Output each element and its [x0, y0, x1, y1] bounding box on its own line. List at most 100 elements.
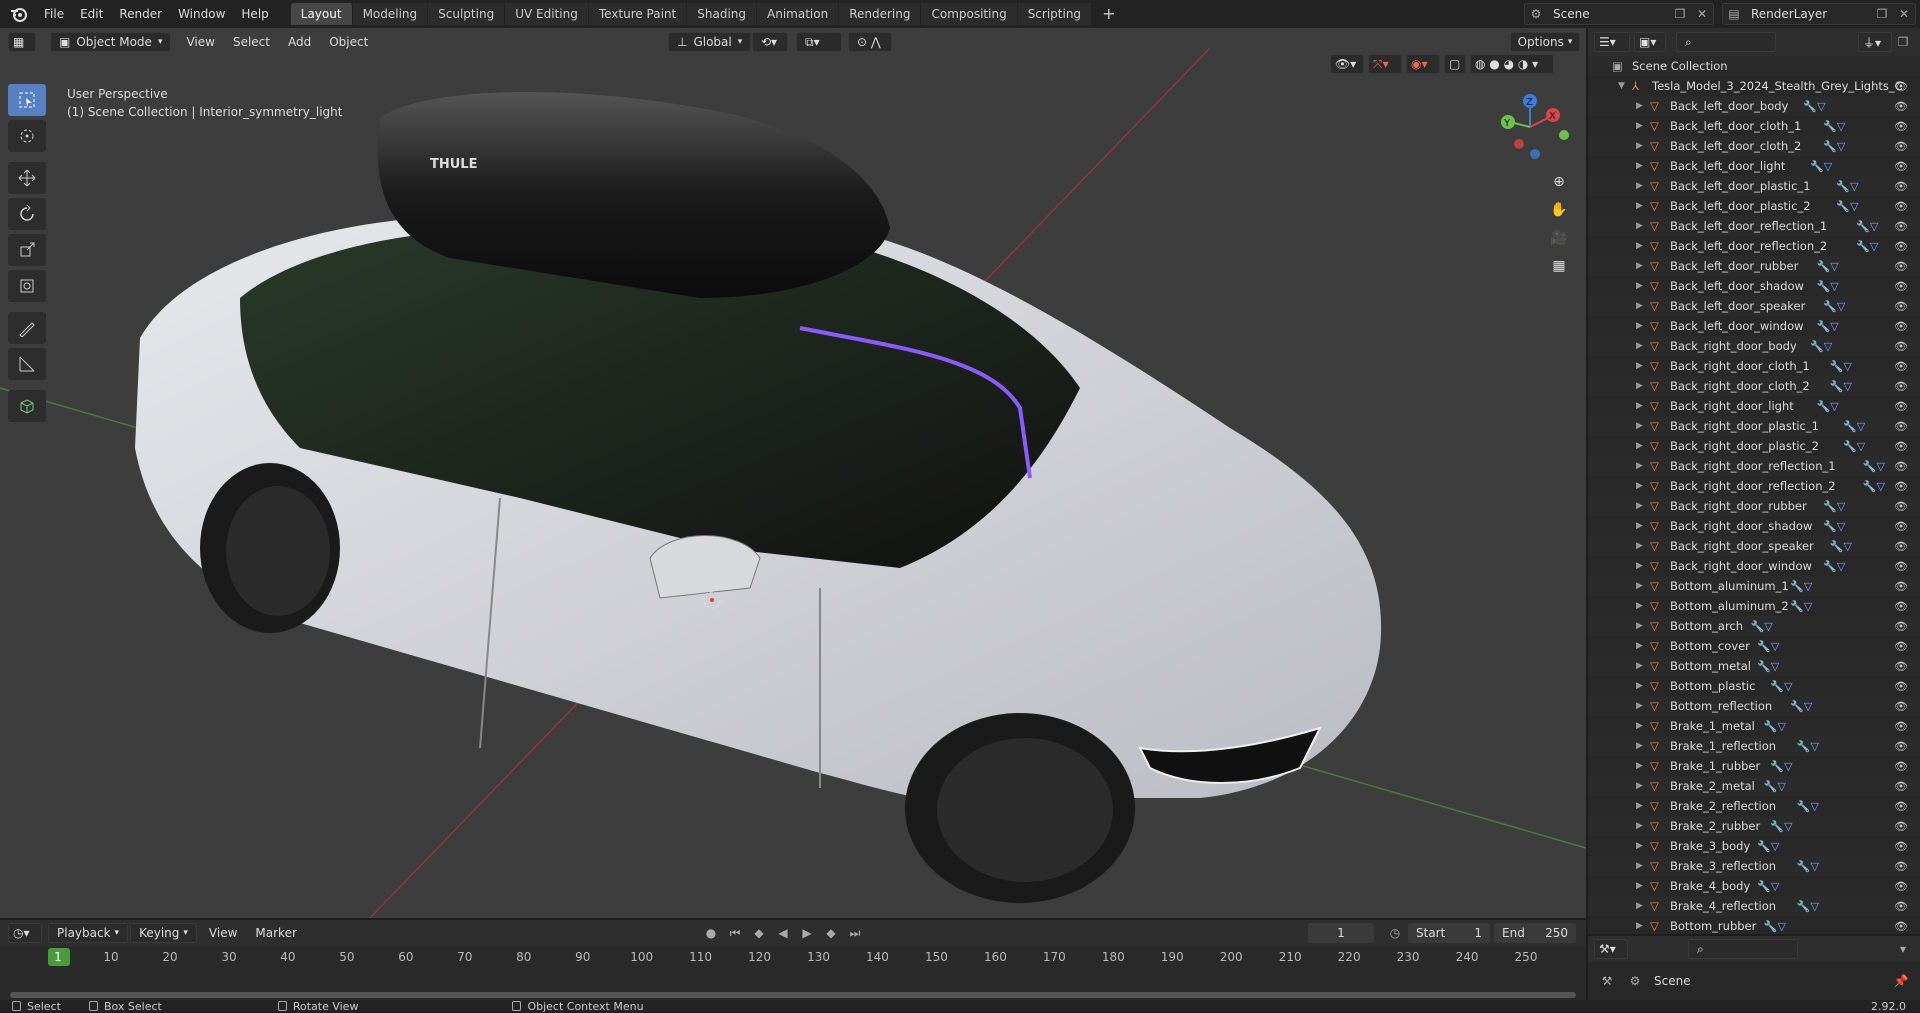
outliner-item[interactable]: ▶ ▽ Bottom_rubber 🔧▽ 👁: [1588, 916, 1920, 936]
modifier-icon[interactable]: 🔧▽: [1797, 860, 1819, 873]
modifier-icon[interactable]: 🔧▽: [1836, 200, 1858, 213]
measure-tool-icon[interactable]: [8, 348, 46, 380]
chevron-right-icon[interactable]: ▶: [1636, 781, 1643, 791]
timeline-ruler[interactable]: 1 10 20 30 40 50 60 70 80 90 100 110 120 130 140 150 160…: [0, 946, 1586, 1000]
keying-menu[interactable]: Keying ▾: [130, 923, 197, 943]
eye-icon[interactable]: 👁: [1894, 920, 1908, 933]
move-tool-icon[interactable]: [8, 162, 46, 194]
outliner-item[interactable]: ▶ ▽ Brake_2_rubber 🔧▽ 👁: [1588, 816, 1920, 836]
modifier-icon[interactable]: 🔧▽: [1823, 120, 1845, 133]
eye-icon[interactable]: 👁: [1894, 740, 1908, 753]
menu-help[interactable]: Help: [233, 7, 276, 21]
editor-type-button[interactable]: ⚒▾: [1594, 939, 1628, 959]
outliner-item[interactable]: ▶ ▽ Back_right_door_speaker 🔧▽ 👁: [1588, 536, 1920, 556]
modifier-icon[interactable]: 🔧▽: [1817, 400, 1839, 413]
modifier-icon[interactable]: 🔧▽: [1757, 640, 1779, 653]
outliner-item[interactable]: ▶ ▽ Back_right_door_window 🔧▽ 👁: [1588, 556, 1920, 576]
editor-type-button[interactable]: ▦: [8, 32, 36, 52]
chevron-down-icon[interactable]: ▾: [1892, 939, 1914, 959]
menu-window[interactable]: Window: [170, 7, 233, 21]
properties-search-input[interactable]: ⌕: [1688, 939, 1798, 959]
eye-icon[interactable]: 👁: [1894, 720, 1908, 733]
navigation-gizmo[interactable]: Z X Y: [1490, 92, 1570, 162]
record-icon[interactable]: ●: [700, 923, 722, 943]
outliner-item[interactable]: ▶ ▽ Back_right_door_body 🔧▽ 👁: [1588, 336, 1920, 356]
playback-menu[interactable]: Playback ▾: [48, 923, 129, 943]
new-collection-icon[interactable]: ❐: [1892, 32, 1914, 52]
chevron-right-icon[interactable]: ▶: [1636, 261, 1643, 271]
eye-icon[interactable]: 👁: [1894, 900, 1908, 913]
tool-properties-icon[interactable]: ⚒: [1596, 971, 1618, 991]
modifier-icon[interactable]: 🔧▽: [1843, 440, 1865, 453]
overlay-toggle-icon[interactable]: ◉▾: [1406, 54, 1440, 74]
display-mode-button[interactable]: ▣▾: [1634, 32, 1666, 52]
modifier-icon[interactable]: 🔧▽: [1770, 820, 1792, 833]
tab-sculpting[interactable]: Sculpting: [428, 3, 506, 25]
chevron-right-icon[interactable]: ▶: [1636, 541, 1643, 551]
modifier-icon[interactable]: 🔧▽: [1751, 620, 1773, 633]
eye-icon[interactable]: 👁: [1894, 660, 1908, 673]
modifier-icon[interactable]: 🔧▽: [1863, 480, 1885, 493]
eye-icon[interactable]: 👁: [1894, 320, 1908, 333]
eye-icon[interactable]: 👁: [1894, 680, 1908, 693]
outliner-item[interactable]: ▶ ▽ Bottom_aluminum_2 🔧▽ 👁: [1588, 596, 1920, 616]
chevron-right-icon[interactable]: ▶: [1636, 681, 1643, 691]
modifier-icon[interactable]: 🔧▽: [1797, 740, 1819, 753]
copy-icon[interactable]: ❐: [1669, 4, 1691, 24]
menu-edit[interactable]: Edit: [72, 7, 111, 21]
outliner-item[interactable]: ▶ ▽ Back_left_door_shadow 🔧▽ 👁: [1588, 276, 1920, 296]
editor-type-button[interactable]: ☰▾: [1594, 32, 1630, 52]
eye-icon[interactable]: 👁: [1894, 540, 1908, 553]
chevron-right-icon[interactable]: ▶: [1636, 921, 1643, 931]
snap-toggle[interactable]: ⧉▾: [796, 32, 842, 52]
modifier-icon[interactable]: 🔧▽: [1770, 680, 1792, 693]
eye-icon[interactable]: 👁: [1894, 180, 1908, 193]
chevron-right-icon[interactable]: ▶: [1636, 181, 1643, 191]
eye-icon[interactable]: 👁: [1894, 820, 1908, 833]
shading-mode-buttons[interactable]: ◍ ● ◕ ◑ ▾: [1470, 54, 1554, 74]
close-icon[interactable]: ✕: [1893, 4, 1915, 24]
modifier-icon[interactable]: 🔧▽: [1757, 660, 1779, 673]
prev-keyframe-icon[interactable]: ◆: [748, 923, 770, 943]
pin-icon[interactable]: 📌: [1890, 971, 1912, 991]
annotate-tool-icon[interactable]: [8, 312, 46, 344]
camera-icon[interactable]: 🎥: [1548, 224, 1570, 252]
tab-shading[interactable]: Shading: [687, 3, 757, 25]
outliner-item[interactable]: ▶ ▽ Back_left_door_light 🔧▽ 👁: [1588, 156, 1920, 176]
modifier-icon[interactable]: 🔧▽: [1757, 840, 1779, 853]
modifier-icon[interactable]: 🔧▽: [1817, 320, 1839, 333]
modifier-icon[interactable]: 🔧▽: [1817, 280, 1839, 293]
eye-icon[interactable]: 👁: [1894, 560, 1908, 573]
xray-toggle-icon[interactable]: ▢: [1444, 54, 1466, 74]
eye-icon[interactable]: 👁: [1894, 100, 1908, 113]
proportional-edit-toggle[interactable]: ⊙ ⋀: [848, 32, 892, 52]
chevron-right-icon[interactable]: ▶: [1636, 321, 1643, 331]
chevron-right-icon[interactable]: ▶: [1636, 201, 1643, 211]
chevron-right-icon[interactable]: ▶: [1636, 881, 1643, 891]
eye-icon[interactable]: 👁: [1894, 240, 1908, 253]
timeline-scrollbar[interactable]: [10, 992, 1576, 998]
eye-icon[interactable]: 👁: [1894, 580, 1908, 593]
eye-icon[interactable]: 👁: [1894, 640, 1908, 653]
eye-icon[interactable]: 👁: [1894, 860, 1908, 873]
modifier-icon[interactable]: 🔧▽: [1790, 600, 1812, 613]
outliner-item[interactable]: ▶ ▽ Back_right_door_shadow 🔧▽ 👁: [1588, 516, 1920, 536]
eye-icon[interactable]: 👁: [1894, 340, 1908, 353]
rotate-tool-icon[interactable]: [8, 198, 46, 230]
chevron-right-icon[interactable]: ▶: [1636, 221, 1643, 231]
eye-icon[interactable]: 👁: [1894, 500, 1908, 513]
eye-icon[interactable]: 👁: [1894, 520, 1908, 533]
modifier-icon[interactable]: 🔧▽: [1836, 180, 1858, 193]
outliner-item[interactable]: ▶ ▽ Back_right_door_plastic_2 🔧▽ 👁: [1588, 436, 1920, 456]
eye-icon[interactable]: 👁: [1894, 700, 1908, 713]
scene-name[interactable]: Scene: [1547, 7, 1669, 21]
play-reverse-icon[interactable]: ◀: [772, 923, 794, 943]
outliner-item[interactable]: ▶ ▽ Back_left_door_cloth_1 🔧▽ 👁: [1588, 116, 1920, 136]
clock-icon[interactable]: ◷: [1384, 923, 1406, 943]
eye-icon[interactable]: 👁: [1894, 460, 1908, 473]
eye-icon[interactable]: 👁: [1894, 440, 1908, 453]
modifier-icon[interactable]: 🔧▽: [1823, 140, 1845, 153]
select-box-tool-icon[interactable]: [8, 84, 46, 116]
end-frame-field[interactable]: End 250: [1494, 923, 1576, 943]
modifier-icon[interactable]: 🔧▽: [1830, 360, 1852, 373]
